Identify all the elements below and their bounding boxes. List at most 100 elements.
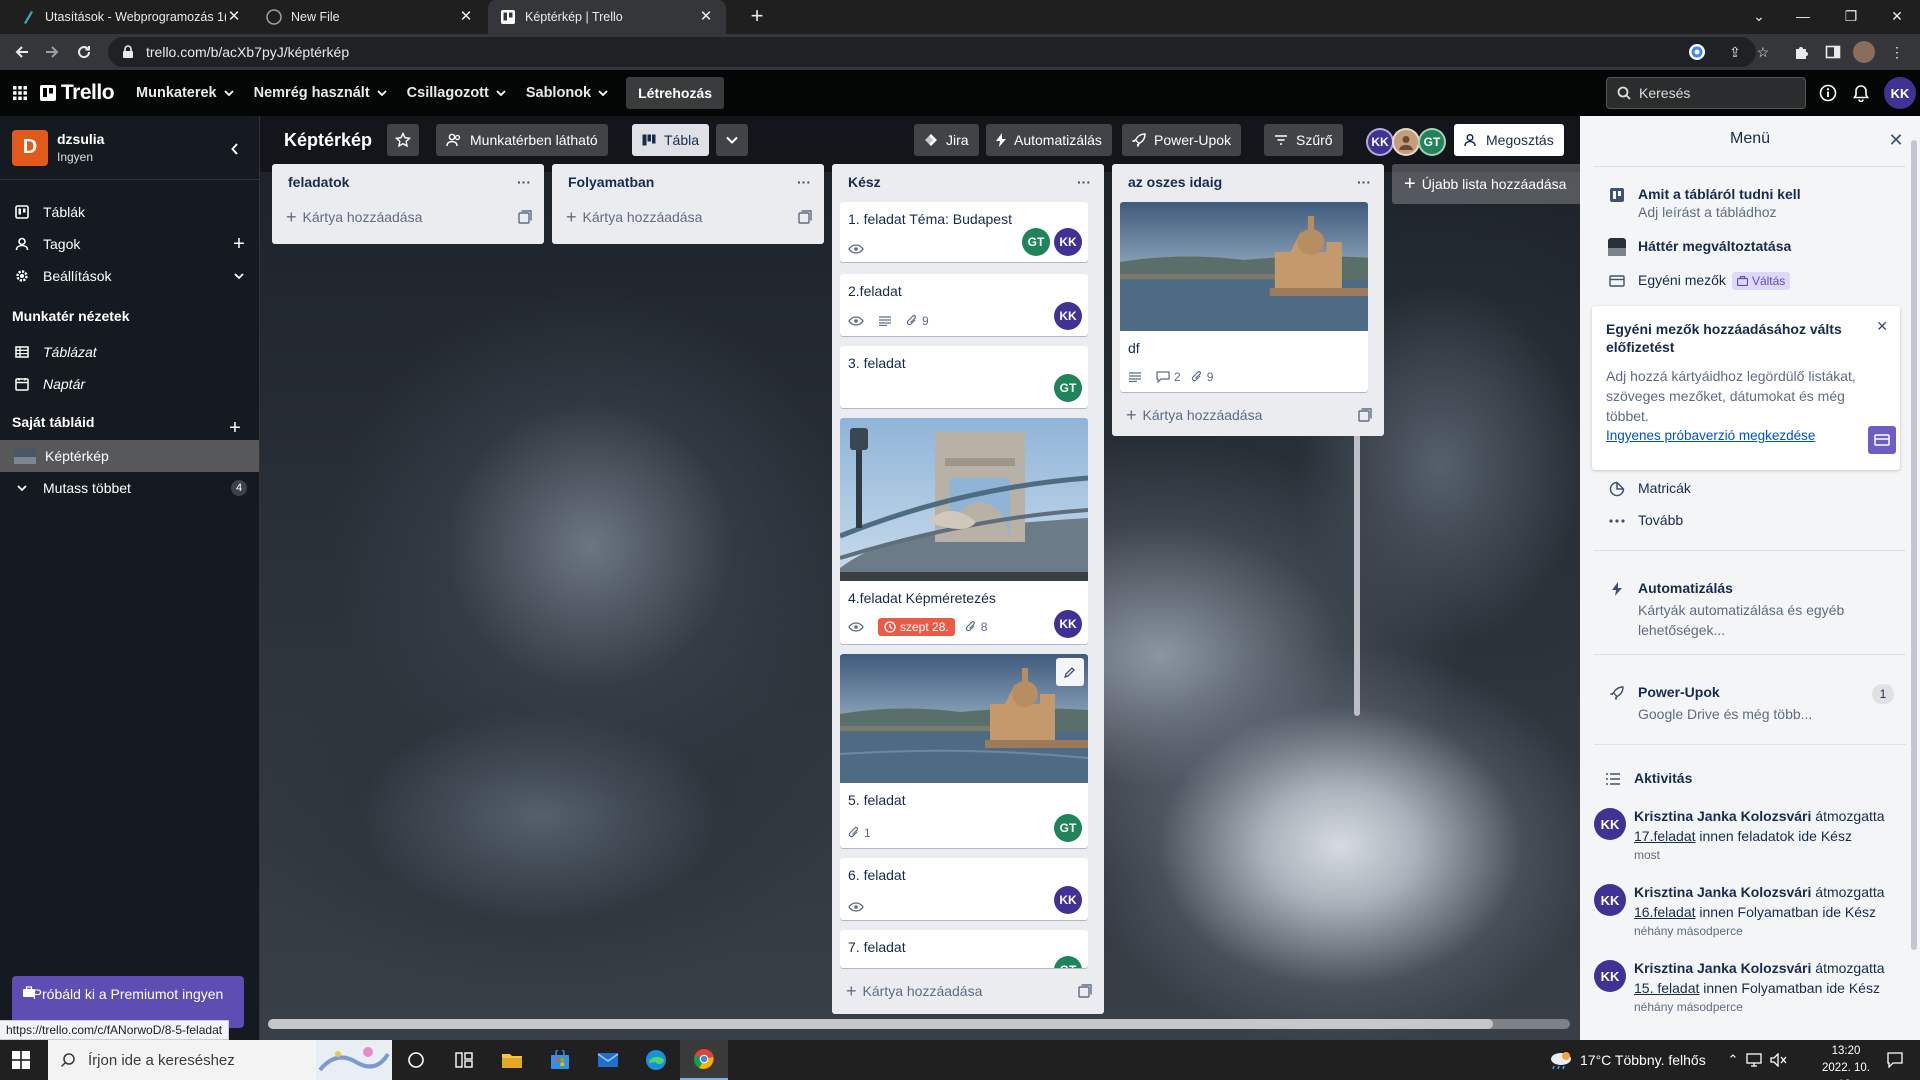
view-switcher-button[interactable] (716, 124, 748, 156)
apps-grid-icon[interactable] (0, 85, 40, 101)
new-tab-button[interactable]: + (734, 0, 780, 32)
member-avatar[interactable]: KK (1054, 228, 1082, 256)
card[interactable]: 2.feladat 9 KK (840, 274, 1088, 336)
side-panel-icon[interactable] (1822, 41, 1844, 63)
star-board-button[interactable] (387, 124, 419, 156)
sidebar-item-boards[interactable]: Táblák (0, 196, 259, 228)
sidebar-item-members[interactable]: Tagok + (0, 228, 259, 260)
weather-widget[interactable]: 17°C Többny. felhős (1548, 1040, 1706, 1080)
restore-button[interactable]: ❐ (1828, 0, 1874, 32)
tab-search-chevron-icon[interactable]: ⌄ (1736, 0, 1782, 32)
minimize-button[interactable]: — (1780, 0, 1826, 32)
activity-time[interactable]: néhány másodperce (1634, 922, 1885, 940)
menu-workspaces[interactable]: Munkaterek (126, 77, 244, 109)
member-avatar[interactable]: KK (1594, 960, 1626, 992)
member-avatar[interactable]: KK (1054, 610, 1082, 638)
add-card-button[interactable]: + Kártya hozzáadása (1112, 398, 1384, 432)
jira-button[interactable]: Jira (914, 124, 979, 156)
filter-button[interactable]: Szűrő (1264, 124, 1343, 156)
system-clock[interactable]: 13:20 2022. 10. 12. (1816, 1043, 1876, 1080)
volume-mute-icon[interactable] (1770, 1051, 1788, 1069)
add-card-button[interactable]: + Kártya hozzáadása (832, 974, 1104, 1008)
taskbar-search-input[interactable]: Írjon ide a kereséshez (48, 1040, 392, 1080)
menu-item-powerups[interactable]: Power-Upok Google Drive és még több... 1 (1608, 684, 1908, 724)
back-button[interactable] (10, 40, 34, 64)
card[interactable]: 7. feladat GT (840, 930, 1088, 968)
activity-card-link[interactable]: 16.feladat (1634, 904, 1696, 920)
card-template-icon[interactable] (1078, 984, 1092, 998)
add-card-button[interactable]: + Kártya hozzáadása (272, 200, 544, 234)
member-avatar[interactable]: GT (1054, 374, 1082, 402)
sidebar-board-kepterkep[interactable]: Képtérkép (0, 440, 259, 472)
list-menu-dots-icon[interactable]: ··· (1354, 172, 1374, 192)
kebab-menu-icon[interactable]: ⋮ (1886, 41, 1908, 63)
menu-starred[interactable]: Csillagozott (397, 77, 516, 109)
list-menu-dots-icon[interactable]: ··· (1074, 172, 1094, 192)
board-member-avatar[interactable]: GT (1418, 128, 1446, 156)
close-icon[interactable]: ✕ (458, 9, 474, 25)
menu-scrollbar[interactable] (1911, 140, 1917, 950)
automation-button[interactable]: Automatizálás (986, 124, 1112, 156)
member-avatar[interactable]: KK (1594, 808, 1626, 840)
close-icon[interactable]: ✕ (226, 9, 242, 25)
mail-icon[interactable] (584, 1040, 632, 1080)
collapse-sidebar-button[interactable] (222, 136, 248, 162)
list-title[interactable]: Kész (832, 164, 1104, 200)
close-icon[interactable]: ✕ (698, 9, 714, 25)
widgets-icon[interactable] (440, 1040, 488, 1080)
add-card-button[interactable]: + Kártya hozzáadása (552, 200, 824, 234)
sidebar-item-table[interactable]: Táblázat (0, 336, 259, 368)
visibility-button[interactable]: Munkatérben látható (436, 124, 608, 156)
menu-templates[interactable]: Sablonok (516, 77, 618, 109)
google-icon[interactable] (1686, 41, 1708, 63)
close-icon[interactable]: ✕ (1876, 318, 1888, 335)
card-template-icon[interactable] (518, 210, 532, 224)
menu-item-more[interactable]: Tovább (1608, 512, 1683, 530)
window-close-button[interactable]: ✕ (1874, 0, 1920, 32)
profile-avatar[interactable] (1853, 41, 1875, 63)
switch-badge[interactable]: Váltás (1731, 272, 1791, 290)
search-input[interactable]: Keresés (1606, 77, 1806, 109)
workspace-name[interactable]: dzsulia (57, 131, 104, 147)
list-menu-dots-icon[interactable]: ··· (794, 172, 814, 192)
member-avatar[interactable]: GT (1022, 228, 1050, 256)
board-view-button[interactable]: Tábla (632, 124, 710, 156)
extensions-puzzle-icon[interactable] (1790, 41, 1812, 63)
start-free-trial-link[interactable]: Ingyenes próbaverzió megkezdése (1606, 428, 1815, 443)
board-horizontal-scrollbar-thumb[interactable] (268, 1019, 1493, 1029)
activity-user[interactable]: Krisztina Janka Kolozsvári (1634, 808, 1811, 824)
card[interactable]: 3. feladat GT (840, 346, 1088, 408)
activity-time[interactable]: most (1634, 846, 1885, 864)
activity-time[interactable]: néhány másodperce (1634, 998, 1906, 1016)
list-title[interactable]: feladatok (272, 164, 544, 200)
board-member-photo-avatar[interactable] (1392, 128, 1420, 156)
powerups-button[interactable]: Power-Upok (1122, 124, 1242, 156)
menu-recent[interactable]: Nemrég használt (244, 77, 397, 109)
menu-item-automation[interactable]: Automatizálás Kártyák automatizálása és … (1608, 580, 1868, 640)
menu-item-custom-fields[interactable]: Egyéni mezők Váltás (1608, 272, 1791, 290)
member-avatar[interactable]: GT (1054, 956, 1082, 968)
sidebar-show-more[interactable]: Mutass többet 4 (0, 472, 259, 504)
sidebar-item-settings[interactable]: Beállítások (0, 260, 259, 292)
task-view-icon[interactable] (392, 1040, 440, 1080)
menu-item-about[interactable]: Amit a tábláról tudni kell Adj leírást a… (1608, 186, 1801, 222)
address-bar[interactable]: trello.com/b/acXb7pyJ/képtérkép (108, 37, 1756, 67)
file-explorer-icon[interactable] (488, 1040, 536, 1080)
share-button[interactable]: Megosztás (1454, 124, 1564, 156)
member-avatar[interactable]: KK (1054, 886, 1082, 914)
menu-item-change-background[interactable]: Háttér megváltoztatása (1608, 238, 1791, 256)
list-title[interactable]: az oszes idaig (1112, 164, 1384, 200)
card[interactable]: 1. feladat Téma: Budapest GT KK (840, 202, 1088, 262)
browser-tab-trello[interactable]: Képtérkép | Trello ✕ (488, 0, 726, 34)
sidebar-item-calendar[interactable]: Naptár (0, 368, 259, 400)
activity-card-link[interactable]: 15. feladat (1634, 980, 1699, 996)
card-template-icon[interactable] (1358, 408, 1372, 422)
card[interactable]: 6. feladat KK (840, 858, 1088, 920)
info-icon[interactable] (1817, 82, 1839, 104)
browser-tab-new-file[interactable]: New File ✕ (254, 0, 486, 34)
card[interactable]: df 2 9 (1120, 202, 1368, 392)
activity-user[interactable]: Krisztina Janka Kolozsvári (1634, 960, 1811, 976)
chrome-browser-icon[interactable] (680, 1040, 728, 1080)
board-title[interactable]: Képtérkép (284, 130, 372, 151)
notifications-bell-icon[interactable] (1850, 82, 1872, 104)
